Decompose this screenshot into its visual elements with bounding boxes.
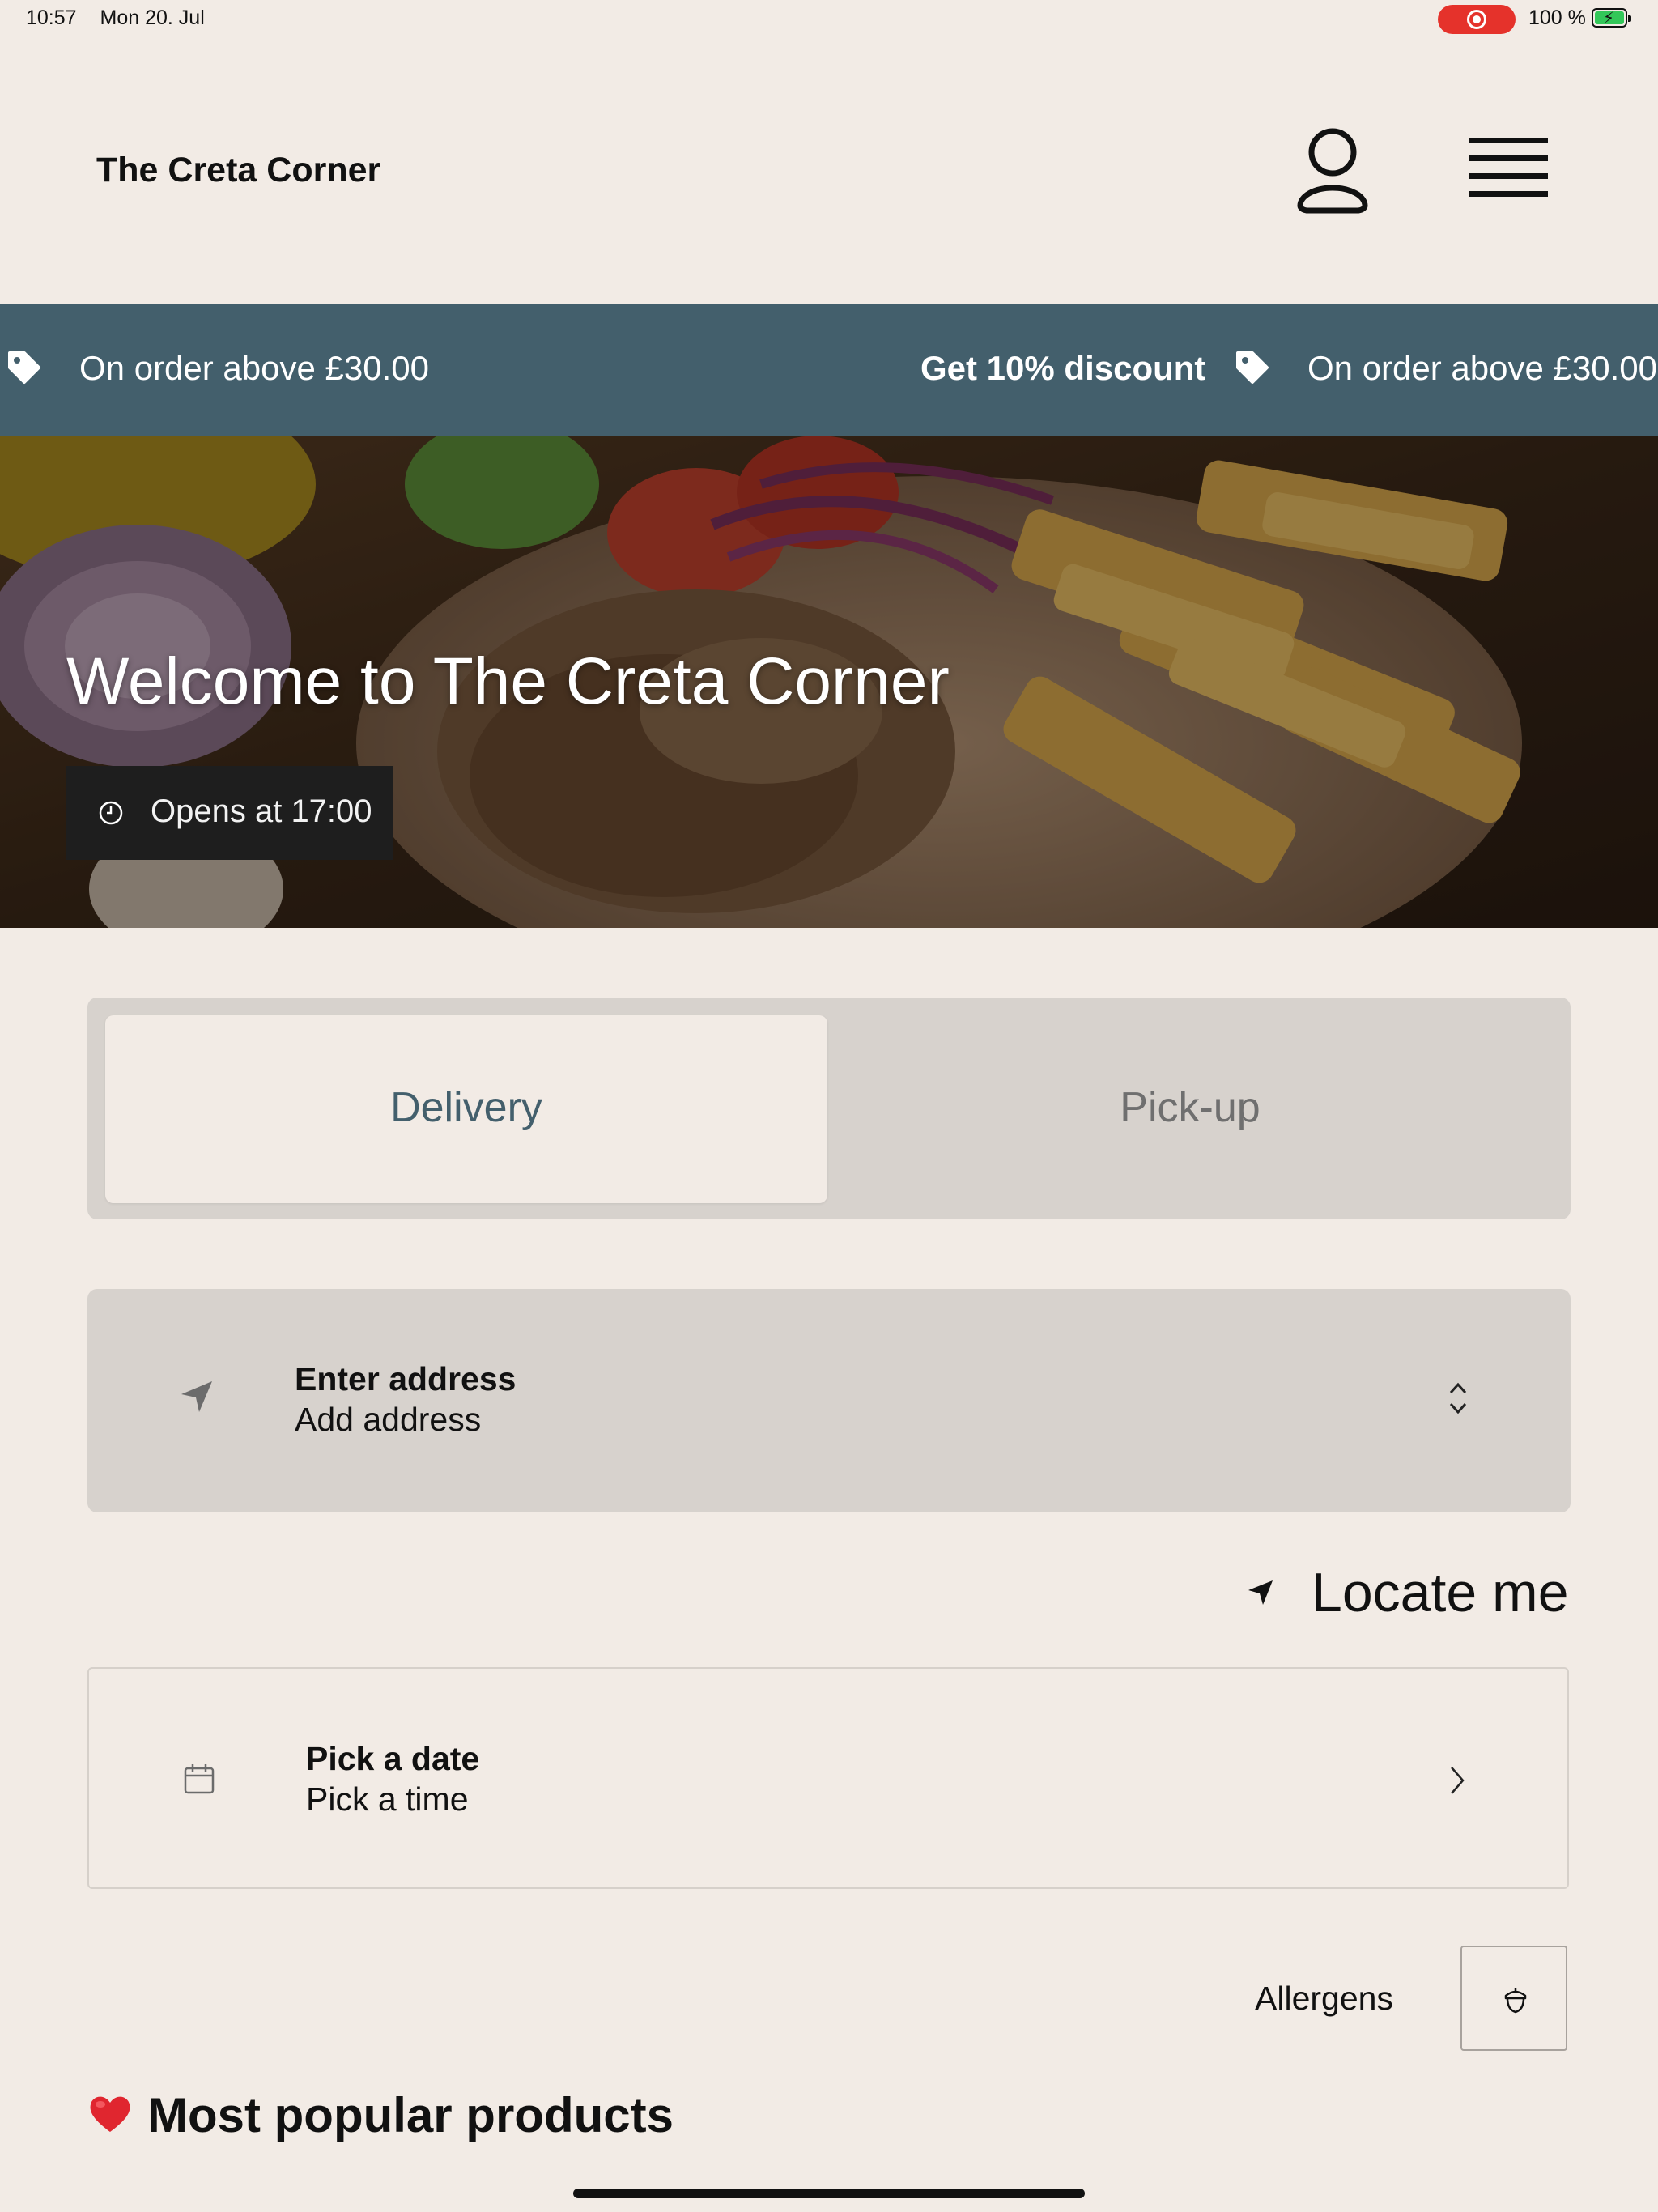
tab-pick-up[interactable]: Pick-up	[827, 1015, 1553, 1203]
brand-title[interactable]: The Creta Corner	[96, 151, 380, 190]
user-icon	[1297, 128, 1368, 214]
tag-icon	[8, 351, 40, 384]
order-mode-toggle: Delivery Pick-up	[87, 998, 1571, 1219]
hamburger-menu-icon	[1469, 138, 1548, 197]
tab-delivery-label: Delivery	[390, 1084, 542, 1131]
locate-me-button[interactable]: Locate me	[1247, 1555, 1571, 1627]
locate-me-label: Locate me	[1312, 1562, 1569, 1623]
tab-pick-up-label: Pick-up	[1120, 1084, 1261, 1131]
location-arrow-icon	[1248, 1580, 1273, 1605]
heart-icon	[90, 2096, 130, 2132]
promo-discount-text: Get 10% discount	[920, 349, 1206, 387]
status-time: 10:57	[26, 6, 77, 29]
menu-button[interactable]	[1464, 131, 1553, 209]
allergens-button[interactable]	[1460, 1946, 1567, 2051]
battery-percentage: 100 %	[1528, 6, 1586, 29]
address-selector[interactable]: Enter address Add address	[87, 1289, 1571, 1512]
location-arrow-icon	[181, 1381, 212, 1412]
tab-delivery[interactable]: Delivery	[105, 1015, 827, 1203]
promo-offer-text: On order above £30.00	[1307, 349, 1657, 387]
chevron-right-icon	[1451, 1767, 1465, 1794]
opening-hours-text: Opens at 17:00	[151, 793, 372, 829]
opening-hours-badge: Opens at 17:00	[66, 766, 393, 860]
chevron-up-down-icon	[1449, 1382, 1467, 1414]
section-title-most-popular: Most popular products	[87, 2087, 674, 2143]
acorn-icon	[1504, 1988, 1527, 2014]
hero-title: Welcome to The Creta Corner	[66, 644, 950, 718]
tag-icon	[1236, 351, 1269, 384]
date-time-picker[interactable]: Pick a date Pick a time	[87, 1667, 1569, 1889]
most-popular-label: Most popular products	[147, 2088, 674, 2142]
pick-time-subtitle: Pick a time	[306, 1780, 469, 1818]
status-bar: 10:57 Mon 20. Jul	[26, 6, 223, 30]
address-subtitle: Add address	[295, 1401, 482, 1438]
battery-icon: ⚡	[1592, 8, 1631, 28]
allergens-label: Allergens	[1255, 1980, 1393, 2017]
pick-date-title: Pick a date	[306, 1740, 480, 1777]
status-date: Mon 20. Jul	[100, 6, 205, 29]
clock-icon	[99, 801, 123, 825]
calendar-icon	[184, 1764, 215, 1794]
promo-offer-text: On order above £30.00	[79, 349, 429, 387]
home-indicator[interactable]	[573, 2189, 1085, 2198]
screen-recording-indicator[interactable]	[1438, 5, 1516, 34]
promo-banner: On order above £30.00 Get 10% discount O…	[0, 304, 1658, 436]
account-button[interactable]	[1292, 121, 1373, 219]
address-title: Enter address	[295, 1360, 517, 1397]
